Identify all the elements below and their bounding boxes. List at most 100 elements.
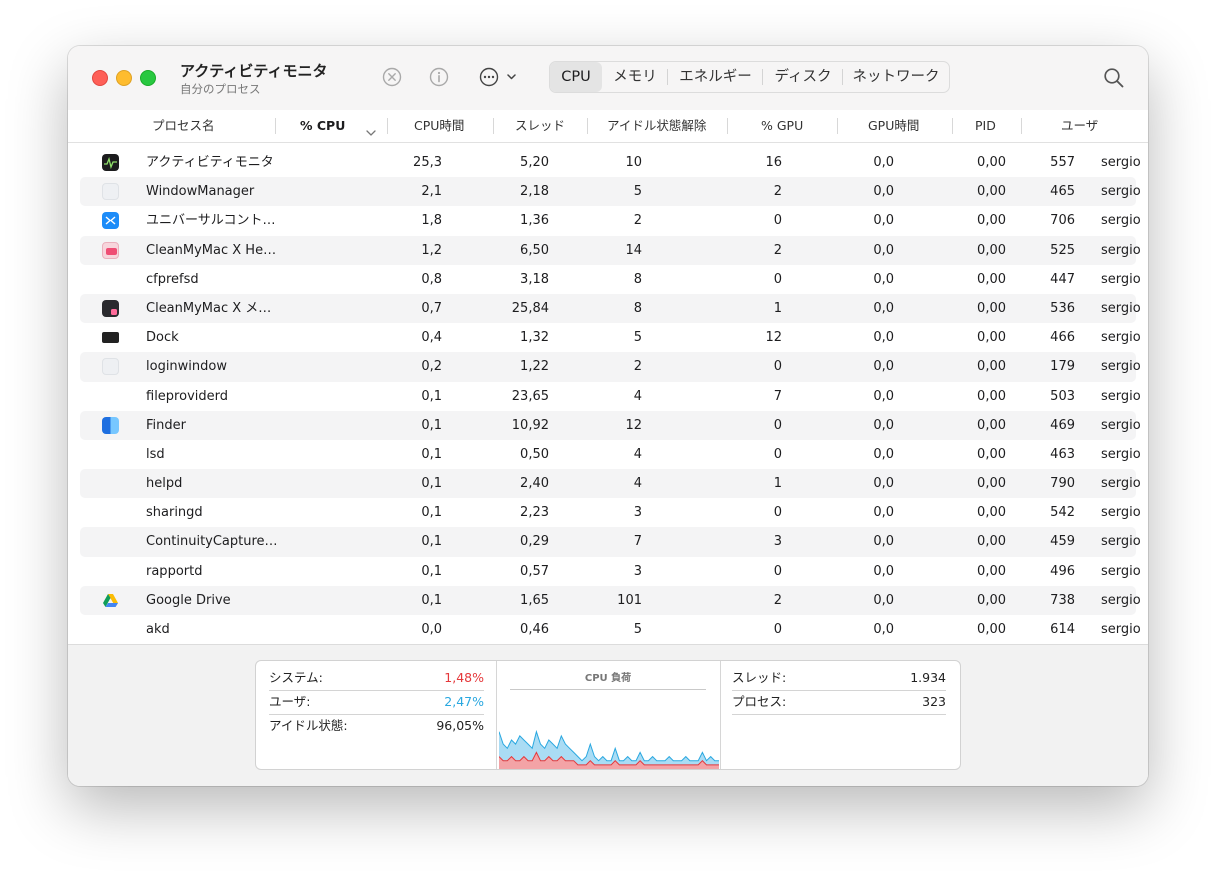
stop-process-icon[interactable]	[382, 67, 402, 87]
cell-idle-wakeups: 0	[773, 446, 782, 462]
tab-disk[interactable]: ディスク	[763, 62, 843, 92]
table-row[interactable]: ユニバーサルコント… 1,8 1,36 2 0 0,0 0,00 706 sergio	[80, 206, 1141, 235]
cell-cpu-percent: 0,1	[421, 563, 442, 579]
column-divider	[493, 118, 494, 134]
table-row[interactable]: CleanMyMac X メ… 0,7 25,84 8 1 0,0 0,00 536 sergi…	[80, 293, 1141, 324]
cell-user: sergio	[1101, 622, 1141, 637]
more-actions-icon[interactable]	[479, 67, 519, 87]
tab-memory[interactable]: メモリ	[602, 62, 668, 92]
cell-user: sergio	[1101, 476, 1141, 492]
column-pid[interactable]: PID	[975, 110, 996, 142]
zoom-window-button[interactable]	[140, 70, 156, 86]
table-row[interactable]: cfprefsd 0,8 3,18 8 0 0,0 0,00 447 sergio	[80, 265, 1141, 294]
cell-cpu-time: 10,92	[511, 417, 549, 433]
universal-control-icon	[102, 212, 119, 230]
cell-threads: 12	[625, 417, 642, 433]
column-idle-wakeups[interactable]: アイドル状態解除	[607, 110, 706, 142]
view-tabs: CPU メモリ エネルギー ディスク ネットワーク	[549, 61, 950, 93]
column-process-name[interactable]: プロセス名	[152, 110, 215, 142]
cell-threads: 4	[633, 476, 642, 492]
cell-pid: 536	[1050, 300, 1075, 316]
table-row[interactable]: helpd 0,1 2,40 4 1 0,0 0,00 790 sergio	[80, 469, 1141, 499]
table-row[interactable]: lsd 0,1 0,50 4 0 0,0 0,00 463 sergio	[80, 440, 1141, 469]
cell-cpu-time: 0,29	[520, 534, 549, 550]
info-icon[interactable]	[429, 67, 449, 87]
cell-idle-wakeups: 0	[773, 505, 782, 521]
cell-gpu-time: 0,00	[977, 271, 1006, 287]
cell-process-name: ユニバーサルコント…	[146, 213, 276, 229]
table-row[interactable]: akd 0,0 0,46 5 0 0,0 0,00 614 sergio	[80, 615, 1141, 644]
cell-process-name: cfprefsd	[146, 271, 199, 287]
cell-process-name: アクティビティモニタ	[146, 155, 274, 170]
cell-cpu-percent: 0,1	[421, 417, 442, 433]
table-row[interactable]: ContinuityCapture… 0,1 0,29 7 3 0,0 0,00 459 ser…	[80, 527, 1141, 557]
cell-idle-wakeups: 7	[773, 388, 782, 404]
column-cpu-percent[interactable]: % CPU	[300, 110, 345, 142]
table-row[interactable]: CleanMyMac X He… 1,2 6,50 14 2 0,0 0,00 525 serg…	[80, 235, 1141, 265]
cell-idle-wakeups: 12	[765, 330, 782, 346]
table-row[interactable]: rapportd 0,1 0,57 3 0 0,0 0,00 496 sergio	[80, 557, 1141, 586]
cell-cpu-percent: 0,2	[421, 359, 442, 375]
minimize-window-button[interactable]	[116, 70, 132, 86]
cell-cpu-percent: 0,1	[421, 476, 442, 492]
cell-pid: 525	[1050, 242, 1075, 258]
cell-gpu-time: 0,00	[977, 184, 1006, 200]
close-window-button[interactable]	[92, 70, 108, 86]
cell-process-name: sharingd	[146, 505, 203, 521]
cleanmymac-menu-icon	[102, 299, 119, 317]
cell-cpu-time: 0,50	[520, 446, 549, 462]
table-row[interactable]: sharingd 0,1 2,23 3 0 0,0 0,00 542 sergio	[80, 498, 1141, 527]
column-divider	[952, 118, 953, 134]
table-row[interactable]: アクティビティモニタ 25,3 5,20 10 16 0,0 0,00 557 sergio	[80, 148, 1141, 177]
cell-cpu-percent: 25,3	[413, 155, 442, 170]
stat-threads: スレッド: 1.934	[732, 666, 946, 691]
cell-cpu-time: 0,57	[520, 563, 549, 579]
cell-threads: 5	[633, 622, 642, 637]
cell-cpu-percent: 0,1	[421, 446, 442, 462]
summary-area: システム: 1,48% ユーザ: 2,47% アイドル状態: 96,05% CP…	[68, 644, 1148, 786]
cell-pid: 542	[1050, 505, 1075, 521]
cell-gpu-percent: 0,0	[873, 622, 894, 637]
cell-user: sergio	[1101, 300, 1141, 316]
cell-cpu-percent: 0,0	[421, 622, 442, 637]
cell-cpu-time: 25,84	[511, 300, 549, 316]
cell-user: sergio	[1101, 330, 1141, 346]
column-user[interactable]: ユーザ	[1061, 110, 1098, 142]
column-cpu-time[interactable]: CPU時間	[414, 110, 464, 142]
table-row[interactable]: Dock 0,4 1,32 5 12 0,0 0,00 466 sergio	[80, 323, 1141, 352]
column-threads[interactable]: スレッド	[515, 110, 565, 142]
cell-pid: 447	[1050, 271, 1075, 287]
cpu-summary-panel: システム: 1,48% ユーザ: 2,47% アイドル状態: 96,05% CP…	[255, 660, 961, 770]
cell-gpu-time: 0,00	[977, 388, 1006, 404]
search-icon[interactable]	[1103, 67, 1125, 89]
cell-cpu-time: 1,22	[520, 359, 549, 375]
cell-process-name: Google Drive	[146, 592, 231, 608]
table-row[interactable]: loginwindow 0,2 1,22 2 0 0,0 0,00 179 sergio	[80, 352, 1141, 382]
cell-cpu-percent: 0,1	[421, 592, 442, 608]
cell-gpu-percent: 0,0	[873, 271, 894, 287]
tab-energy[interactable]: エネルギー	[668, 62, 763, 92]
column-gpu-percent[interactable]: % GPU	[761, 110, 803, 142]
cell-gpu-time: 0,00	[977, 417, 1006, 433]
cell-cpu-percent: 1,8	[421, 213, 442, 229]
table-row[interactable]: WindowManager 2,1 2,18 5 2 0,0 0,00 465 sergio	[80, 177, 1141, 207]
cell-gpu-percent: 0,0	[873, 155, 894, 170]
column-gpu-time[interactable]: GPU時間	[868, 110, 919, 142]
stat-processes: プロセス: 323	[732, 690, 946, 715]
tab-network[interactable]: ネットワーク	[843, 62, 949, 92]
table-row[interactable]: Google Drive 0,1 1,65 101 2 0,0 0,00 738 sergio	[80, 585, 1141, 615]
cell-pid: 503	[1050, 388, 1075, 404]
cell-pid: 466	[1050, 330, 1075, 346]
column-divider	[387, 118, 388, 134]
cell-threads: 8	[633, 271, 642, 287]
cell-user: sergio	[1101, 359, 1141, 375]
table-row[interactable]: Finder 0,1 10,92 12 0 0,0 0,00 469 sergio	[80, 410, 1141, 440]
stat-user-value: 2,47%	[444, 694, 484, 709]
sort-descending-icon[interactable]	[366, 122, 376, 136]
tab-cpu[interactable]: CPU	[550, 62, 602, 92]
table-row[interactable]: fileproviderd 0,1 23,65 4 7 0,0 0,00 503 sergio	[80, 382, 1141, 411]
cell-user: sergio	[1101, 213, 1141, 229]
cell-cpu-percent: 0,4	[421, 330, 442, 346]
cell-idle-wakeups: 0	[773, 271, 782, 287]
stat-idle-label: アイドル状態:	[269, 718, 348, 733]
